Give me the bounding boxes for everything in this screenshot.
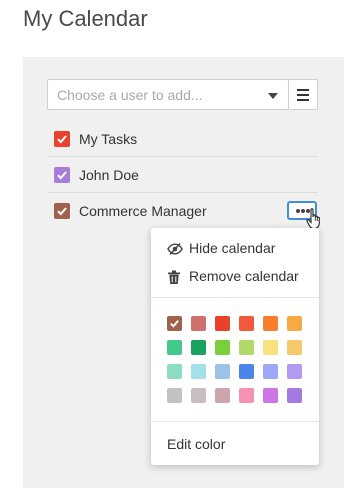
calendar-options-menu: Hide calendar Remove calendar Edit color <box>151 228 319 465</box>
color-swatch[interactable] <box>191 316 206 331</box>
color-swatch[interactable] <box>191 340 206 355</box>
color-swatch[interactable] <box>167 364 182 379</box>
color-swatch[interactable] <box>215 316 230 331</box>
color-swatch[interactable] <box>191 388 206 403</box>
calendar-label: Commerce Manager <box>79 203 207 219</box>
calendar-label: John Doe <box>79 167 139 183</box>
color-swatch[interactable] <box>287 316 302 331</box>
color-swatch[interactable] <box>167 388 182 403</box>
calendar-label: My Tasks <box>79 131 138 147</box>
color-swatch[interactable] <box>263 316 278 331</box>
eye-slash-icon <box>167 242 183 259</box>
more-dots-icon <box>296 209 300 213</box>
remove-calendar-label: Remove calendar <box>189 268 299 284</box>
color-swatch[interactable] <box>239 364 254 379</box>
color-swatch[interactable] <box>167 340 182 355</box>
color-swatch[interactable] <box>215 364 230 379</box>
edit-color-label: Edit color <box>167 436 226 452</box>
hamburger-icon <box>297 89 309 91</box>
color-swatch[interactable] <box>167 316 182 331</box>
calendar-checkbox[interactable] <box>54 131 70 147</box>
color-swatch[interactable] <box>239 316 254 331</box>
user-picker-select[interactable]: Choose a user to add... <box>47 79 289 110</box>
color-swatch[interactable] <box>263 388 278 403</box>
calendar-checkbox[interactable] <box>54 203 70 219</box>
color-swatch[interactable] <box>215 388 230 403</box>
color-swatch[interactable] <box>263 364 278 379</box>
calendar-checkbox[interactable] <box>54 167 70 183</box>
color-swatch[interactable] <box>239 388 254 403</box>
hamburger-icon-bar <box>297 94 309 96</box>
color-swatch[interactable] <box>239 340 254 355</box>
user-picker-placeholder: Choose a user to add... <box>57 87 203 103</box>
hamburger-icon-bar <box>297 99 309 101</box>
menu-divider <box>151 297 319 298</box>
calendar-list: My Tasks John Doe Commerce Manager <box>47 121 318 229</box>
check-icon <box>170 320 179 328</box>
color-swatch[interactable] <box>263 340 278 355</box>
calendar-item-commerce-manager[interactable]: Commerce Manager <box>47 193 318 229</box>
page-title: My Calendar <box>23 6 148 31</box>
calendar-item-john-doe[interactable]: John Doe <box>47 157 318 193</box>
menu-divider <box>151 421 319 422</box>
calendars-panel: Choose a user to add... My Tasks John Do… <box>23 57 344 488</box>
list-menu-button[interactable] <box>289 79 318 110</box>
calendar-item-my-tasks[interactable]: My Tasks <box>47 121 318 157</box>
chevron-down-icon[interactable] <box>268 93 278 99</box>
color-swatch[interactable] <box>287 364 302 379</box>
color-swatch[interactable] <box>287 388 302 403</box>
color-swatch[interactable] <box>191 364 206 379</box>
more-dots-icon-dot <box>301 209 305 213</box>
trash-icon <box>167 270 181 288</box>
hide-calendar-label: Hide calendar <box>189 240 276 256</box>
color-swatch[interactable] <box>215 340 230 355</box>
color-swatch[interactable] <box>287 340 302 355</box>
